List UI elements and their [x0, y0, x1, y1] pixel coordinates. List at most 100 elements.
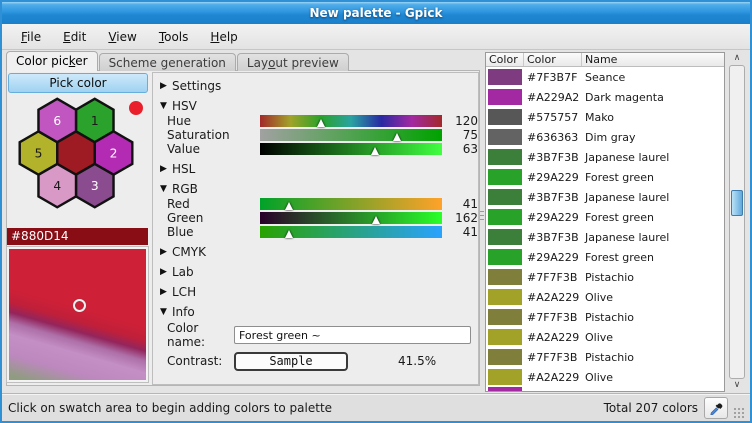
color-name-row: Color name:	[167, 325, 478, 345]
slider-marker-icon[interactable]	[285, 230, 293, 238]
menu-item-help[interactable]: Help	[201, 28, 246, 46]
palette-row[interactable]: #29A229Forest green	[486, 207, 724, 227]
slider-row-hue: Hue120	[167, 114, 478, 128]
palette-swatch[interactable]	[488, 229, 522, 245]
palette-swatch[interactable]	[488, 69, 522, 85]
slider-marker-icon[interactable]	[372, 216, 380, 224]
slider-track-saturation[interactable]	[260, 129, 442, 141]
total-colors-label: Total 207 colors	[604, 401, 698, 415]
section-header-cmyk[interactable]: ▶CMYK	[160, 244, 478, 259]
palette-swatch[interactable]	[488, 89, 522, 105]
panel-splitter-handle[interactable]	[480, 205, 484, 225]
palette-swatch[interactable]	[488, 189, 522, 205]
palette-swatch[interactable]	[488, 309, 522, 325]
resize-grip[interactable]	[733, 407, 744, 418]
palette-row[interactable]: #A2A229Olive	[486, 287, 724, 307]
palette-row[interactable]: #7F7F3BPistachio	[486, 307, 724, 327]
menu-item-view[interactable]: View	[99, 28, 145, 46]
slider-value: 120	[442, 114, 478, 128]
color-name-input[interactable]	[234, 326, 471, 344]
zoomed-picker-swatch-area[interactable]	[7, 247, 148, 382]
palette-list: ColorColorName #7F3B7FSeance#A229A2Dark …	[485, 52, 725, 392]
palette-row[interactable]: #29A229Forest green	[486, 247, 724, 267]
palette-swatch[interactable]	[488, 149, 522, 165]
palette-swatch[interactable]	[488, 209, 522, 225]
slider-marker-icon[interactable]	[371, 147, 379, 155]
tab-layout-preview[interactable]: Layout preview	[237, 53, 349, 71]
palette-row[interactable]: #3B7F3BJapanese laurel	[486, 187, 724, 207]
section-header-hsv[interactable]: ▼HSV	[160, 98, 478, 113]
menu-item-tools[interactable]: Tools	[150, 28, 198, 46]
palette-row[interactable]: #7F3B7FSeance	[486, 67, 724, 87]
slider-track-green[interactable]	[260, 212, 442, 224]
palette-hex: #A229A2	[524, 91, 582, 104]
palette-row[interactable]: #575757Mako	[486, 107, 724, 127]
palette-color-name: Japanese laurel	[582, 191, 724, 204]
palette-swatch[interactable]	[488, 349, 522, 365]
section-header-rgb[interactable]: ▼RGB	[160, 181, 478, 196]
palette-row[interactable]: #7F7F3BPistachio	[486, 347, 724, 367]
palette-header-row[interactable]: ColorColorName	[486, 53, 724, 67]
palette-row[interactable]: #3B7F3BJapanese laurel	[486, 147, 724, 167]
palette-color-name: Olive	[582, 331, 724, 344]
palette-swatch[interactable]	[488, 369, 522, 385]
palette-hex: #3B7F3B	[524, 231, 582, 244]
contrast-sample-button[interactable]: Sample	[234, 352, 348, 371]
palette-row[interactable]: #A2A229Olive	[486, 327, 724, 347]
palette-swatch[interactable]	[488, 129, 522, 145]
slider-label: Saturation	[167, 128, 260, 142]
section-header-hsl[interactable]: ▶HSL	[160, 161, 478, 176]
scroll-up-icon[interactable]: ∧	[726, 52, 748, 65]
color-hex-wheel[interactable]: 123456	[10, 94, 142, 217]
tab-scheme-generation[interactable]: Scheme generation	[99, 53, 236, 71]
title-bar[interactable]: New palette - Gpick	[2, 2, 750, 24]
slider-row-green: Green162	[167, 211, 478, 225]
slider-row-blue: Blue41	[167, 225, 478, 239]
section-label: CMYK	[172, 245, 206, 259]
scrollbar-track[interactable]	[729, 65, 745, 379]
scroll-down-icon[interactable]: ∨	[726, 379, 748, 392]
slider-track-hue[interactable]	[260, 115, 442, 127]
eyedropper-button[interactable]	[704, 397, 728, 419]
palette-header-swatch[interactable]: Color	[486, 53, 524, 66]
slider-track-value[interactable]	[260, 143, 442, 155]
slider-track-red[interactable]	[260, 198, 442, 210]
pick-color-button[interactable]: Pick color	[8, 73, 148, 93]
palette-scrollbar[interactable]: ∧ ∨	[726, 52, 748, 392]
palette-hex: #A2A229	[524, 331, 582, 344]
palette-swatch[interactable]	[488, 269, 522, 285]
slider-label: Green	[167, 211, 260, 225]
palette-swatch[interactable]	[488, 329, 522, 345]
slider-marker-icon[interactable]	[317, 119, 325, 127]
palette-row[interactable]: #A229A2Dark magenta	[486, 87, 724, 107]
palette-row[interactable]: #29A229Forest green	[486, 167, 724, 187]
menu-item-edit[interactable]: Edit	[54, 28, 95, 46]
palette-swatch[interactable]	[488, 109, 522, 125]
section-header-settings[interactable]: ▶Settings	[160, 78, 478, 93]
section-header-lab[interactable]: ▶Lab	[160, 264, 478, 279]
palette-row[interactable]: #3B7F3BJapanese laurel	[486, 227, 724, 247]
scrollbar-thumb[interactable]	[731, 190, 743, 216]
palette-row[interactable]: #A2A229Olive	[486, 367, 724, 387]
menu-item-file[interactable]: File	[12, 28, 50, 46]
slider-marker-icon[interactable]	[393, 133, 401, 141]
palette-header-hex[interactable]: Color	[524, 53, 582, 66]
palette-color-name: Forest green	[582, 251, 724, 264]
palette-swatch[interactable]	[488, 289, 522, 305]
palette-hex: #3B7F3B	[524, 151, 582, 164]
palette-swatch[interactable]	[488, 249, 522, 265]
section-header-info[interactable]: ▼Info	[160, 304, 478, 319]
expanded-arrow-icon: ▼	[160, 101, 172, 111]
eyedropper-icon	[709, 401, 723, 415]
palette-header-name[interactable]: Name	[582, 53, 724, 66]
palette-row[interactable]: #7F7F3BPistachio	[486, 267, 724, 287]
section-header-lch[interactable]: ▶LCH	[160, 284, 478, 299]
tab-color-picker[interactable]: Color picker	[6, 51, 98, 71]
palette-row[interactable]: #636363Dim gray	[486, 127, 724, 147]
palette-swatch[interactable]	[488, 169, 522, 185]
slider-marker-icon[interactable]	[285, 202, 293, 210]
palette-hex: #7F7F3B	[524, 351, 582, 364]
palette-swatch[interactable]	[488, 387, 522, 392]
palette-row-partial[interactable]	[486, 387, 724, 392]
slider-track-blue[interactable]	[260, 226, 442, 238]
